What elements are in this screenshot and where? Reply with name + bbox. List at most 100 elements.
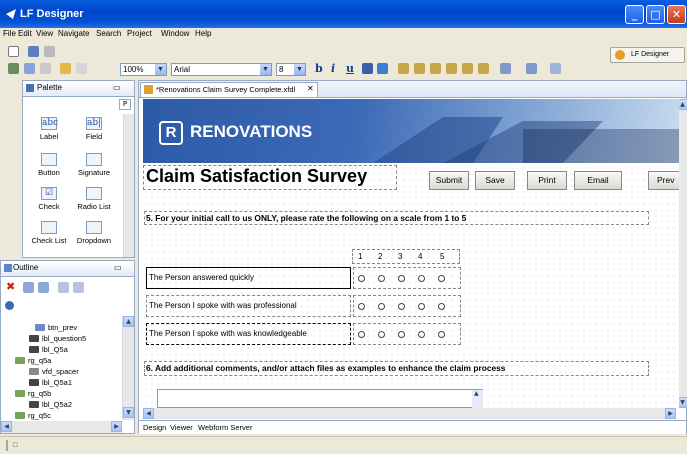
outline-tab[interactable]: Outline ▭ <box>1 261 134 277</box>
tab-viewer[interactable]: Viewer <box>170 423 193 432</box>
layout-icon[interactable] <box>500 63 511 74</box>
radio-r2-2[interactable] <box>378 303 385 310</box>
save-button[interactable]: Save <box>475 171 515 190</box>
email-button[interactable]: Email <box>574 171 622 190</box>
question-5-box[interactable]: 5. For your initial call to us ONLY, ple… <box>144 211 649 225</box>
outline-item[interactable]: rg_q5c <box>28 411 51 420</box>
align-middle-icon[interactable] <box>462 63 473 74</box>
form-canvas[interactable]: R RENOVATIONS Claim Satisfaction Survey … <box>143 99 679 408</box>
outline-item[interactable]: lbl_Q5a2 <box>42 400 72 409</box>
radio-r3-5[interactable] <box>438 331 445 338</box>
title-box[interactable]: Claim Satisfaction Survey <box>143 165 397 190</box>
radio-r2-5[interactable] <box>438 303 445 310</box>
run-icon[interactable] <box>8 63 19 74</box>
editor-hscrollbar[interactable]: ◀ ▶ <box>143 408 676 419</box>
outline-item[interactable]: vfd_spacer <box>42 367 79 376</box>
row-3-label-box[interactable]: The Person I spoke with was knowledgeabl… <box>146 323 351 345</box>
minimize-icon[interactable]: ▭ <box>114 263 122 272</box>
menu-edit[interactable]: Edit <box>18 29 32 38</box>
outline-item[interactable]: lbl_Q5a <box>42 345 68 354</box>
palette-pin-icon[interactable]: P <box>119 99 131 110</box>
tab-webform-server[interactable]: Webform Server <box>198 423 252 432</box>
align-top-icon[interactable] <box>446 63 457 74</box>
expand-all-icon[interactable] <box>23 282 34 293</box>
fill-color-icon[interactable] <box>362 63 373 74</box>
italic-button[interactable]: i <box>331 62 335 75</box>
radio-r1-5[interactable] <box>438 275 445 282</box>
collapse-all-icon[interactable] <box>38 282 49 293</box>
outline-item[interactable]: rg_q5a <box>28 356 51 365</box>
delete-icon[interactable]: ✖ <box>6 280 15 293</box>
menu-navigate[interactable]: Navigate <box>58 29 90 38</box>
radio-r3-1[interactable] <box>358 331 365 338</box>
comments-scrollbar[interactable]: ▲ <box>472 390 483 408</box>
paste-icon[interactable] <box>40 63 51 74</box>
font-select[interactable]: Arial ▼ <box>171 63 272 76</box>
question-6-box[interactable]: 6. Add additional comments, and/or attac… <box>144 361 649 376</box>
outline-hscrollbar[interactable]: ◀ ▶ <box>1 421 122 433</box>
row-1-label-box[interactable]: The Person answered quickly <box>146 267 351 289</box>
bold-button[interactable]: b <box>315 62 323 75</box>
order-icon[interactable] <box>550 63 561 74</box>
scroll-right-arrow[interactable]: ▶ <box>665 408 676 419</box>
menu-view[interactable]: View <box>36 29 53 38</box>
outline-item[interactable]: lbl_question5 <box>42 334 86 343</box>
outline-item[interactable]: lbl_Q5a1 <box>42 378 72 387</box>
radio-r1-3[interactable] <box>398 275 405 282</box>
radio-r3-2[interactable] <box>378 331 385 338</box>
palette-item-button[interactable]: Button <box>27 153 71 177</box>
palette-tab[interactable]: Palette ▭ <box>23 81 134 97</box>
radio-r3-4[interactable] <box>418 331 425 338</box>
menu-file[interactable]: File <box>3 29 16 38</box>
perspective-lf-designer[interactable]: LF Designer <box>610 47 685 63</box>
palette-item-check-list[interactable]: Check List <box>27 221 71 245</box>
radio-r2-1[interactable] <box>358 303 365 310</box>
scroll-up-arrow[interactable]: ▲ <box>123 316 134 327</box>
radio-r1-4[interactable] <box>418 275 425 282</box>
close-button[interactable]: ✕ <box>667 5 686 24</box>
menu-help[interactable]: Help <box>195 29 211 38</box>
underline-button[interactable]: u <box>346 62 354 75</box>
radio-r1-2[interactable] <box>378 275 385 282</box>
fast-view-icon[interactable]: ▫ <box>12 440 18 450</box>
outline-item[interactable]: btn_prev <box>48 323 77 332</box>
copy-icon[interactable] <box>24 63 35 74</box>
submit-button[interactable]: Submit <box>429 171 469 190</box>
align-right-icon[interactable] <box>430 63 441 74</box>
palette-item-radio-list[interactable]: Radio List <box>72 187 116 211</box>
save-icon[interactable] <box>28 46 39 57</box>
scroll-left-arrow[interactable]: ◀ <box>1 421 12 432</box>
radio-r1-1[interactable] <box>358 275 365 282</box>
palette-item-dropdown[interactable]: Dropdown <box>72 221 116 245</box>
palette-scrollbar[interactable] <box>123 114 134 257</box>
scroll-down-arrow[interactable]: ▼ <box>123 407 134 418</box>
scroll-left-arrow[interactable]: ◀ <box>143 408 154 419</box>
radio-r3-3[interactable] <box>398 331 405 338</box>
align-bottom-icon[interactable] <box>478 63 489 74</box>
prev-button[interactable]: Prev <box>648 171 679 190</box>
distribute-icon[interactable] <box>526 63 537 74</box>
align-center-icon[interactable] <box>414 63 425 74</box>
print-button[interactable]: Print <box>527 171 567 190</box>
minimize-button[interactable]: _ <box>625 5 644 24</box>
new-icon[interactable] <box>8 46 19 57</box>
move-down-icon[interactable] <box>73 282 84 293</box>
row-2-label-box[interactable]: The Person I spoke with was professional <box>146 295 351 317</box>
radio-r2-4[interactable] <box>418 303 425 310</box>
minimize-icon[interactable]: ▭ <box>113 83 121 92</box>
scroll-right-arrow[interactable]: ▶ <box>111 421 122 432</box>
print-icon[interactable] <box>44 46 55 57</box>
tab-design[interactable]: Design <box>143 423 166 432</box>
palette-item-signature[interactable]: Signature <box>72 153 116 177</box>
palette-item-check[interactable]: ☑ Check <box>27 187 71 211</box>
menu-window[interactable]: Window <box>161 29 189 38</box>
outline-vscrollbar[interactable]: ▲ ▼ <box>122 316 134 420</box>
redo-icon[interactable] <box>76 63 87 74</box>
close-icon[interactable]: ✕ <box>307 84 314 93</box>
zoom-select[interactable]: 100% ▼ <box>120 63 167 76</box>
palette-item-field[interactable]: ab| Field <box>72 117 116 141</box>
font-size-select[interactable]: 8 ▼ <box>276 63 306 76</box>
move-up-icon[interactable] <box>58 282 69 293</box>
chevron-up-icon[interactable]: ▲ <box>474 390 479 397</box>
menu-project[interactable]: Project <box>127 29 152 38</box>
